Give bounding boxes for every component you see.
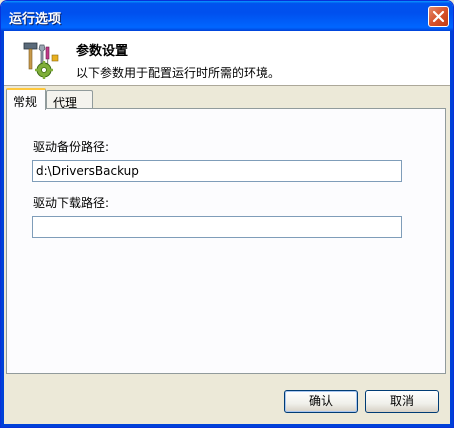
tools-gear-icon	[23, 42, 59, 79]
close-button[interactable]	[428, 6, 449, 27]
window-border-left	[1, 31, 4, 427]
cancel-button[interactable]: 取消	[365, 390, 439, 413]
window-border-bottom	[1, 424, 453, 427]
close-icon	[432, 10, 445, 23]
window-title: 运行选项	[9, 12, 62, 27]
dialog-header: 参数设置 以下参数用于配置运行时所需的环境。	[4, 31, 450, 86]
header-title: 参数设置	[76, 44, 129, 59]
ok-button[interactable]: 确认	[284, 390, 358, 413]
backup-path-label: 驱动备份路径:	[33, 140, 110, 154]
tab-panel-general: 驱动备份路径: 驱动下载路径:	[6, 108, 446, 374]
download-path-label: 驱动下载路径:	[33, 196, 110, 210]
dialog-window: 运行选项 参数设置 以下参数用于配置运行时所需的环境。 常规 代理 驱动备份路径…	[0, 0, 454, 428]
download-path-input[interactable]	[32, 216, 402, 238]
tab-general[interactable]: 常规	[6, 88, 46, 110]
backup-path-input[interactable]	[32, 160, 402, 182]
title-bar[interactable]: 运行选项	[1, 1, 453, 31]
window-border-right	[450, 31, 453, 427]
tab-proxy[interactable]: 代理	[46, 90, 93, 110]
header-subtitle: 以下参数用于配置运行时所需的环境。	[76, 66, 281, 80]
